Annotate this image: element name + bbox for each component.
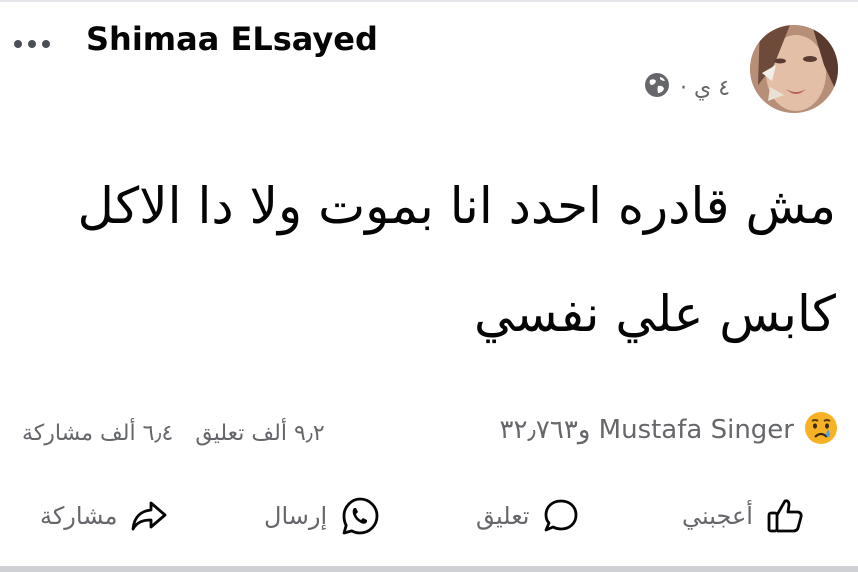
thumbs-up-icon: [765, 496, 805, 536]
comments-count[interactable]: ٩٫٢ ألف تعليق: [195, 421, 324, 446]
engagement-counts: ٦٫٤ ألف مشاركة ٩٫٢ ألف تعليق: [22, 416, 325, 450]
comment-icon: [541, 496, 581, 536]
reactions-summary[interactable]: Mustafa Singer و٣٢٫٧٦٣: [500, 410, 838, 450]
send-button[interactable]: إرسال: [264, 490, 381, 542]
send-label: إرسال: [264, 502, 328, 530]
like-label: أعجبني: [682, 502, 753, 530]
post-text-line: مش قادره احدد انا بموت ولا دا الاكل: [77, 177, 837, 235]
comment-label: تعليق: [476, 502, 530, 530]
more-options-icon[interactable]: [14, 36, 62, 52]
avatar[interactable]: [750, 25, 838, 113]
share-label: مشاركة: [40, 502, 118, 530]
whatsapp-icon: [339, 495, 381, 537]
top-divider: [0, 0, 858, 2]
reactions-names: Mustafa Singer و٣٢٫٧٦٣: [499, 415, 794, 445]
sad-reaction-icon: [804, 411, 838, 449]
share-button[interactable]: مشاركة: [40, 490, 169, 542]
bottom-divider: [0, 566, 858, 572]
post-text-line: كابس علي نفسي: [473, 285, 836, 343]
like-button[interactable]: أعجبني: [682, 490, 805, 542]
share-arrow-icon: [129, 496, 169, 536]
post-meta: ٤ ي ·: [644, 72, 730, 104]
post-text: مش قادره احدد انا بموت ولا دا الاكل كابس…: [30, 152, 837, 368]
globe-icon[interactable]: [644, 72, 670, 104]
shares-count[interactable]: ٦٫٤ ألف مشاركة: [22, 421, 173, 446]
comment-button[interactable]: تعليق: [476, 490, 581, 542]
post-time[interactable]: ٤ ي ·: [680, 76, 730, 101]
author-name[interactable]: Shimaa ELsayed: [86, 20, 378, 58]
